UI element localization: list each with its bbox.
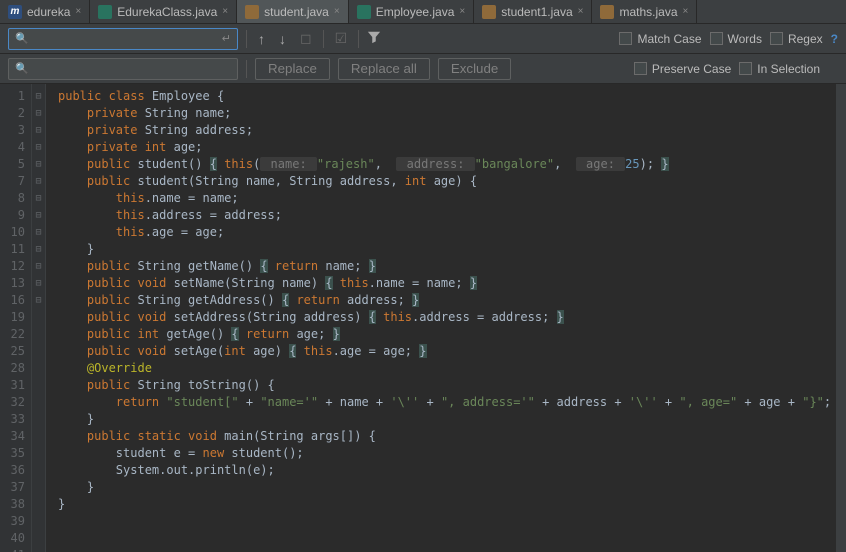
filter-icon[interactable] [367,30,381,47]
match-case-checkbox[interactable]: Match Case [619,32,701,46]
checkbox-icon [634,62,647,75]
tab-label: EdurekaClass.java [117,5,217,19]
ide-window[interactable]: m edureka × EdurekaClass.java × student.jav… [0,0,846,552]
code-editor[interactable]: 1234578910111213161922252831323334353637… [0,84,846,552]
close-icon[interactable]: × [222,6,228,17]
replace-input[interactable] [33,62,231,76]
fold-column[interactable]: ⊟⊟⊟⊟⊟⊟⊟⊟⊟⊟⊟⊟⊟ [32,84,46,552]
add-selection-icon[interactable]: ◻ [297,30,315,47]
separator [246,60,247,78]
tab-student1[interactable]: student1.java × [474,0,592,23]
tab-label: edureka [27,5,70,19]
close-icon[interactable]: × [459,6,465,17]
java-icon [600,5,614,19]
separator [323,30,324,48]
vertical-scrollbar[interactable] [836,84,846,552]
class-icon [98,5,112,19]
next-match-icon[interactable]: ↓ [276,31,289,47]
find-input[interactable] [33,32,222,46]
class-icon [357,5,371,19]
preserve-case-checkbox[interactable]: Preserve Case [634,62,731,76]
line-number-gutter: 1234578910111213161922252831323334353637… [0,84,32,552]
exclude-button[interactable]: Exclude [438,58,511,80]
tab-label: student1.java [501,5,572,19]
search-icon: 🔍 [15,62,29,75]
checkbox-label: Match Case [637,32,701,46]
help-icon[interactable]: ? [831,32,838,46]
replace-button[interactable]: Replace [255,58,330,80]
select-all-icon[interactable]: ☑ [332,30,351,47]
checkbox-label: Preserve Case [652,62,731,76]
replace-toolbar: 🔍 Replace Replace all Exclude Preserve C… [0,54,846,84]
checkbox-label: Regex [788,32,823,46]
tab-edureka[interactable]: m edureka × [0,0,90,23]
regex-checkbox[interactable]: Regex [770,32,823,46]
tab-label: Employee.java [376,5,455,19]
tab-label: maths.java [619,5,677,19]
tab-maths[interactable]: maths.java × [592,0,697,23]
tab-label: student.java [264,5,329,19]
find-toolbar: 🔍↵ ↑ ↓ ◻ ☑ Match Case Words Regex ? [0,24,846,54]
checkbox-label: Words [728,32,762,46]
tab-edurekaclass[interactable]: EdurekaClass.java × [90,0,237,23]
close-icon[interactable]: × [334,6,340,17]
separator [246,30,247,48]
java-icon [482,5,496,19]
replace-all-button[interactable]: Replace all [338,58,430,80]
search-icon: 🔍 [15,32,29,45]
replace-field[interactable]: 🔍 [8,58,238,80]
prev-match-icon[interactable]: ↑ [255,31,268,47]
code-area[interactable]: public class Employee { private String n… [46,84,836,552]
find-field[interactable]: 🔍↵ [8,28,238,50]
in-selection-checkbox[interactable]: In Selection [739,62,820,76]
java-icon [245,5,259,19]
separator [358,30,359,48]
close-icon[interactable]: × [75,6,81,17]
close-icon[interactable]: × [683,6,689,17]
module-icon: m [8,5,22,19]
checkbox-icon [770,32,783,45]
checkbox-icon [619,32,632,45]
checkbox-label: In Selection [757,62,820,76]
enter-icon: ↵ [222,32,231,45]
editor-tabs: m edureka × EdurekaClass.java × student.jav… [0,0,846,24]
checkbox-icon [739,62,752,75]
words-checkbox[interactable]: Words [710,32,762,46]
close-icon[interactable]: × [578,6,584,17]
tab-employee[interactable]: Employee.java × [349,0,475,23]
tab-student[interactable]: student.java × [237,0,349,23]
checkbox-icon [710,32,723,45]
